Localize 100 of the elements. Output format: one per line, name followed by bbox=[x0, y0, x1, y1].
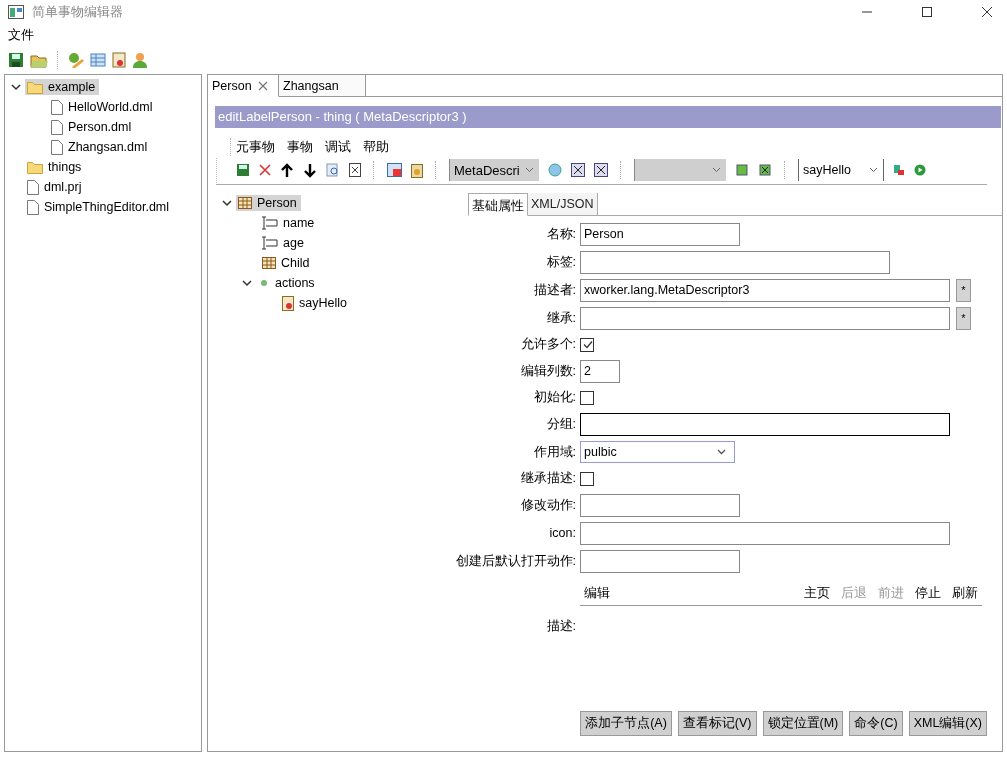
chevron-icon[interactable] bbox=[11, 82, 21, 92]
delete-icon[interactable] bbox=[259, 164, 271, 176]
plant-pencil-icon[interactable] bbox=[68, 52, 84, 68]
tree-item[interactable]: age bbox=[260, 235, 308, 251]
field-label: 创建后默认打开动作: bbox=[454, 552, 576, 570]
input-field[interactable] bbox=[580, 493, 740, 517]
checkbox[interactable] bbox=[580, 337, 594, 352]
menu-item[interactable]: 文件 bbox=[8, 26, 34, 44]
clipboard-icon[interactable] bbox=[411, 162, 423, 178]
scope-dropdown[interactable]: pulbic bbox=[580, 441, 735, 463]
table-icon bbox=[238, 197, 252, 209]
menu-item[interactable]: 帮助 bbox=[363, 138, 389, 156]
descriptor-dropdown[interactable]: MetaDescri bbox=[449, 159, 539, 181]
close-icon[interactable] bbox=[981, 6, 993, 18]
maximize-icon[interactable] bbox=[921, 6, 933, 18]
table-icon[interactable] bbox=[90, 52, 106, 68]
field-label: icon: bbox=[548, 526, 576, 540]
tree-item[interactable]: things bbox=[25, 159, 86, 175]
tree-item[interactable]: actions bbox=[256, 275, 319, 291]
field-label: 标签: bbox=[545, 253, 576, 271]
action-button[interactable]: 添加子节点(A) bbox=[580, 711, 672, 736]
file-icon bbox=[51, 99, 63, 115]
action-button[interactable]: 命令(C) bbox=[849, 711, 903, 736]
up-arrow-icon[interactable] bbox=[280, 162, 294, 178]
dot-icon bbox=[258, 277, 270, 289]
caret-icon bbox=[525, 167, 534, 173]
input-field[interactable]: 2 bbox=[580, 359, 620, 383]
action-button[interactable]: XML编辑(X) bbox=[908, 711, 987, 736]
tree-item[interactable]: dml.prj bbox=[25, 178, 86, 196]
script-icon bbox=[282, 295, 294, 311]
menu-item[interactable]: 元事物 bbox=[236, 138, 275, 156]
tree-item[interactable]: Child bbox=[260, 255, 314, 271]
down-arrow-icon[interactable] bbox=[303, 162, 317, 178]
input-field[interactable]: Person bbox=[580, 222, 740, 246]
menu-item[interactable]: 调试 bbox=[325, 138, 351, 156]
field-icon bbox=[262, 236, 278, 250]
nav-link[interactable]: 停止 bbox=[915, 584, 941, 602]
tree-item[interactable]: Person bbox=[236, 195, 301, 211]
property-tab[interactable]: XML/JSON bbox=[528, 193, 598, 215]
property-tab[interactable]: 基础属性 bbox=[468, 193, 528, 216]
document-icon[interactable] bbox=[349, 163, 361, 177]
editor-header: editLabelPerson - thing ( MetaDescriptor3 ) bbox=[215, 106, 1001, 128]
browse-button[interactable]: * bbox=[956, 306, 971, 330]
input-field[interactable]: xworker.lang.MetaDescriptor3 bbox=[580, 278, 950, 302]
tree-item[interactable]: sayHello bbox=[280, 294, 351, 312]
browse-button[interactable]: * bbox=[956, 278, 971, 302]
action-button[interactable]: 查看标记(V) bbox=[677, 711, 757, 736]
input-field[interactable] bbox=[580, 521, 950, 545]
field-label: 继承: bbox=[545, 309, 576, 327]
folder-icon bbox=[27, 80, 43, 94]
nav-link[interactable]: 刷新 bbox=[952, 584, 978, 602]
field-label: 修改动作: bbox=[519, 496, 576, 514]
editor-tab[interactable]: Person bbox=[208, 75, 279, 97]
editor-tab[interactable]: Zhangsan bbox=[279, 75, 366, 96]
field-label: 允许多个: bbox=[519, 336, 576, 353]
tree-item[interactable]: SimpleThingEditor.dml bbox=[25, 198, 174, 216]
folder-icon[interactable] bbox=[30, 52, 48, 68]
tree-item[interactable]: Person.dml bbox=[49, 118, 136, 136]
input-field[interactable] bbox=[580, 549, 740, 573]
person-icon[interactable] bbox=[132, 52, 148, 68]
app-icon bbox=[8, 5, 24, 19]
field-label: 继承描述: bbox=[519, 470, 576, 487]
field-label: 描述者: bbox=[532, 281, 576, 299]
field-label: 描述: bbox=[545, 618, 576, 635]
tree-item[interactable]: example bbox=[25, 79, 100, 95]
tree-item[interactable]: Zhangsan.dml bbox=[49, 138, 152, 156]
input-field[interactable] bbox=[580, 306, 950, 330]
window-title: 简单事物编辑器 bbox=[32, 3, 123, 21]
save-icon[interactable] bbox=[236, 163, 250, 177]
chevron-icon[interactable] bbox=[222, 198, 232, 208]
input-field[interactable] bbox=[580, 250, 890, 274]
input-field[interactable] bbox=[580, 412, 950, 436]
chevron-icon[interactable] bbox=[242, 278, 252, 288]
action-dropdown[interactable]: sayHello bbox=[798, 159, 884, 181]
field-label: 初始化: bbox=[532, 389, 576, 406]
table-icon bbox=[262, 257, 276, 269]
checkbox[interactable] bbox=[580, 390, 594, 405]
save-icon[interactable] bbox=[8, 52, 24, 68]
file-icon bbox=[27, 179, 39, 195]
field-icon bbox=[262, 216, 278, 230]
caret-icon bbox=[712, 167, 721, 173]
check-icon bbox=[581, 339, 593, 350]
nav-link[interactable]: 主页 bbox=[804, 584, 830, 602]
field-label: 作用域: bbox=[532, 443, 576, 461]
caret-icon bbox=[869, 167, 878, 173]
checkbox[interactable] bbox=[580, 471, 594, 486]
menu-item[interactable]: 事物 bbox=[287, 138, 313, 156]
file-icon bbox=[27, 199, 39, 215]
tree-item[interactable]: HelloWorld.dml bbox=[49, 98, 157, 116]
action-button[interactable]: 锁定位置(M) bbox=[762, 711, 844, 736]
field-label: 编辑列数: bbox=[519, 362, 576, 380]
search-icon[interactable] bbox=[326, 163, 340, 177]
field-label: 名称: bbox=[545, 225, 576, 243]
field-label: 分组: bbox=[545, 415, 576, 433]
play-icon[interactable] bbox=[914, 164, 926, 176]
file-icon bbox=[51, 119, 63, 135]
window-icon[interactable] bbox=[571, 163, 585, 177]
window-icon[interactable] bbox=[594, 163, 608, 177]
file-icon bbox=[51, 139, 63, 155]
tree-item[interactable]: name bbox=[260, 215, 319, 231]
